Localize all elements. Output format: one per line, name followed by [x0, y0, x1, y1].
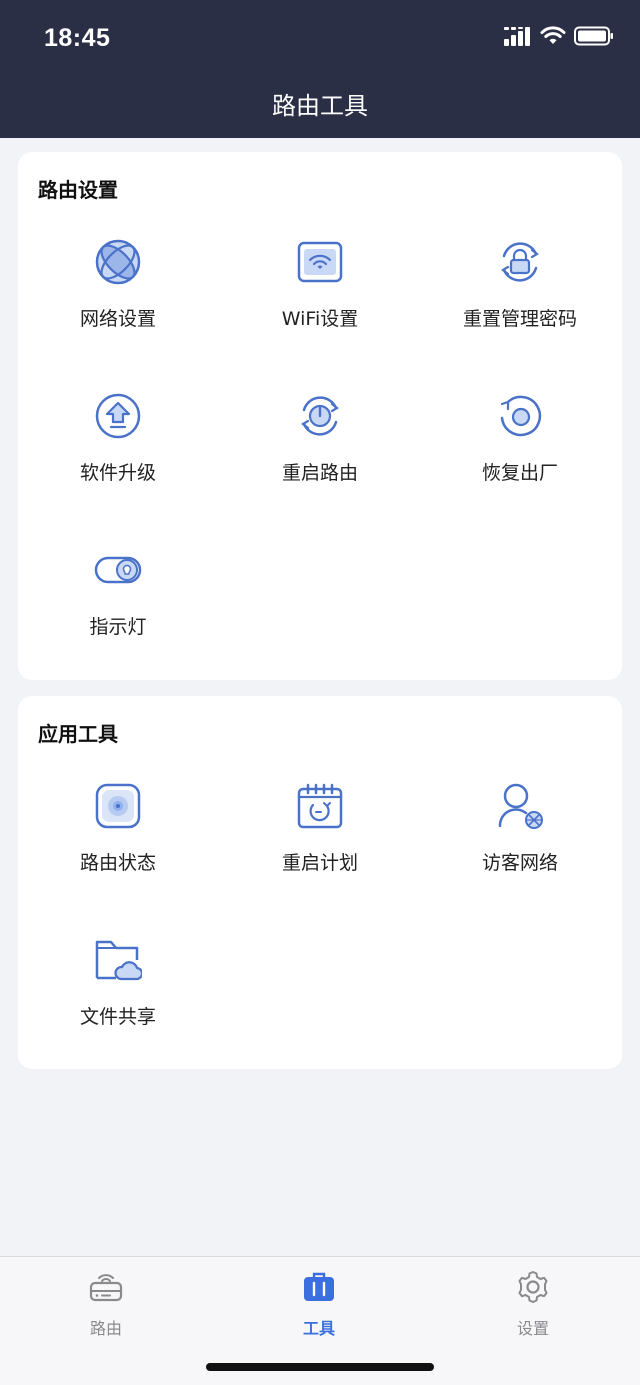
tool-label: 路由状态: [79, 852, 156, 874]
tool-label: 软件升级: [79, 462, 156, 484]
battery-icon: [574, 26, 613, 46]
tool-label: 重启计划: [281, 852, 358, 874]
globe-icon: [95, 239, 141, 285]
upgrade-arrow-icon: [95, 393, 141, 439]
section-title: 路由设置: [38, 178, 118, 202]
tool-label: 网络设置: [79, 308, 156, 330]
tool-label: 重置管理密码: [462, 308, 577, 330]
status-icons: [504, 26, 614, 46]
home-indicator: [206, 1363, 434, 1371]
router-status-icon: [95, 783, 141, 829]
tab-settings[interactable]: 设置: [473, 1269, 593, 1349]
tab-tools[interactable]: 工具: [259, 1269, 379, 1349]
tool-guest-network[interactable]: 访客网络: [420, 782, 620, 912]
tool-label: 恢复出厂: [481, 462, 558, 484]
router-settings-card: 路由设置 网络设置 WiFi设置 重置管理密码 软件升级 重启路由 恢复出厂 指…: [18, 152, 622, 680]
tool-factory-reset[interactable]: 恢复出厂: [420, 392, 620, 522]
tool-file-share[interactable]: 文件共享: [18, 936, 218, 1066]
tool-label: 文件共享: [79, 1006, 156, 1028]
factory-reset-icon: [500, 395, 542, 437]
tab-label: 工具: [302, 1319, 335, 1338]
tab-label: 设置: [516, 1319, 549, 1338]
cellular-signal-icon: [504, 27, 530, 46]
tool-label: 指示灯: [89, 616, 147, 638]
lock-reset-icon: [501, 242, 539, 282]
tool-indicator-light[interactable]: 指示灯: [18, 546, 218, 676]
app-tools-card: 应用工具 路由状态 重启计划 访客网络 文件共享: [18, 696, 622, 1069]
status-time: 18:45: [44, 24, 111, 52]
indicator-light-toggle-icon: [94, 556, 142, 584]
tool-restart-router[interactable]: 重启路由: [220, 392, 420, 522]
tool-network-settings[interactable]: 网络设置: [18, 238, 218, 368]
tool-label: 重启路由: [281, 462, 358, 484]
restart-schedule-calendar-icon: [297, 783, 343, 829]
guest-network-user-icon: [498, 783, 543, 829]
tool-software-upgrade[interactable]: 软件升级: [18, 392, 218, 522]
restart-power-icon: [301, 396, 339, 436]
wifi-router-icon: [297, 241, 343, 283]
tool-reset-admin-password[interactable]: 重置管理密码: [420, 238, 620, 368]
toolbox-icon: [304, 1272, 334, 1301]
tool-router-status[interactable]: 路由状态: [18, 782, 218, 912]
page-title: 路由工具: [272, 92, 368, 120]
tool-label: WiFi设置: [281, 308, 359, 330]
router-icon: [89, 1274, 123, 1302]
gear-icon: [518, 1271, 548, 1303]
file-share-cloud-folder-icon: [95, 940, 142, 981]
tool-wifi-settings[interactable]: WiFi设置: [220, 238, 420, 368]
tool-label: 访客网络: [481, 852, 558, 874]
app-header: 18:45 路由工具: [0, 0, 640, 138]
tool-restart-schedule[interactable]: 重启计划: [220, 782, 420, 912]
tab-label: 路由: [89, 1319, 122, 1338]
section-title: 应用工具: [38, 722, 118, 746]
tab-router[interactable]: 路由: [46, 1269, 166, 1349]
wifi-icon: [540, 26, 566, 44]
